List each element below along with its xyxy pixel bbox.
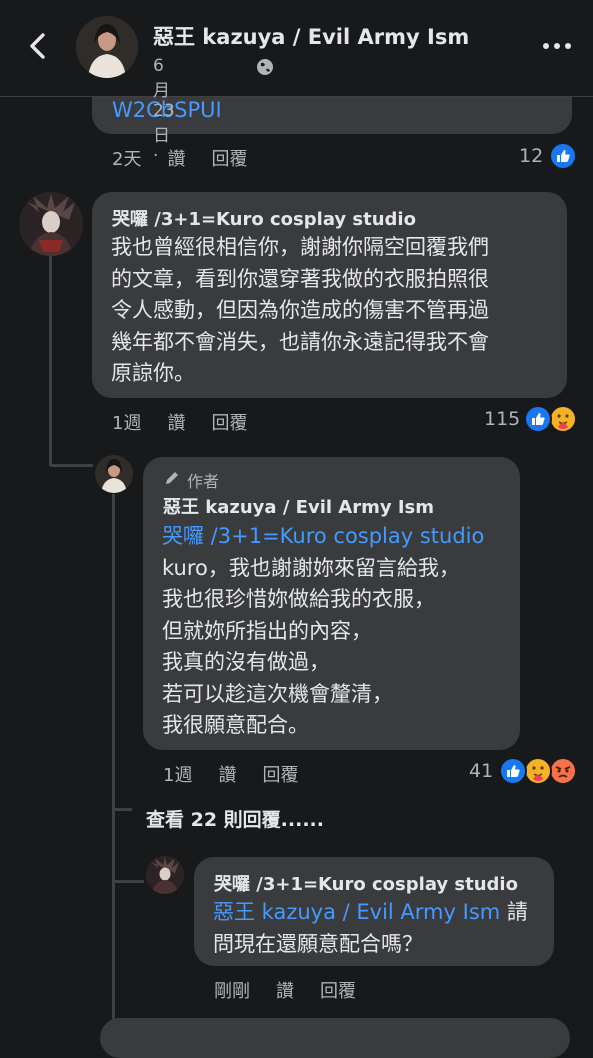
like-button[interactable]: 讚 [218, 765, 236, 786]
comment-bubble-partial [100, 1018, 570, 1058]
author-badge: 作者 [187, 472, 220, 491]
avatar[interactable] [95, 455, 133, 493]
comment-actions: 剛剛 讚 回覆 [214, 977, 382, 1003]
post-date[interactable]: 6月23日 · [153, 56, 175, 166]
comment-time[interactable]: 1週 [112, 413, 141, 434]
comment-author[interactable]: 哭囉 /3+1=Kuro cosplay studio [214, 870, 518, 896]
reply-button[interactable]: 回覆 [211, 413, 247, 434]
avatar[interactable] [19, 192, 83, 256]
comment-time[interactable]: 2天 [112, 149, 141, 170]
comment-line: kuro，我也謝謝妳來留言給我， [162, 555, 460, 580]
reply-button[interactable]: 回覆 [211, 149, 247, 170]
comment-line: 我也很珍惜妳做給我的衣服， [162, 587, 435, 611]
comment-bubble: 哭囉 /3+1=Kuro cosplay studio 我也曾經很相信你，謝謝你… [92, 192, 567, 398]
care-reaction-icon[interactable] [524, 757, 552, 785]
reply-button[interactable]: 回覆 [320, 981, 356, 1002]
comment-text: 惡王 kazuya / Evil Army Ism 請 問現在還願意配合嗎？ [213, 897, 543, 960]
comment-line: 但就妳所指出的內容， [162, 618, 372, 643]
comment-line: 的文章，看到你還穿著我做的衣服拍照很 [111, 266, 489, 291]
comment-time[interactable]: 剛剛 [214, 981, 250, 1002]
comment-line: 若可以趁這次機會釐清， [162, 681, 393, 706]
comment-author[interactable]: 哭囉 /3+1=Kuro cosplay studio [112, 205, 416, 231]
comment-bubble: 作者 惡王 kazuya / Evil Army Ism 哭囉 /3+1=Kur… [143, 457, 520, 750]
comment-line: 令人感動，但因為你造成的傷害不管再過 [111, 298, 489, 322]
back-arrow-icon[interactable] [22, 28, 54, 64]
comment-time[interactable]: 1週 [163, 765, 192, 786]
thread-line [112, 880, 144, 883]
comment-line: 問現在還願意配合嗎？ [213, 931, 423, 956]
comment-line: 幾年都不會消失，也請你永遠記得我不會 [111, 329, 489, 354]
comment-line: 我很願意配合。 [162, 713, 309, 737]
thread-line [49, 464, 93, 467]
comment-line: 我真的沒有做過， [162, 650, 330, 674]
page-avatar[interactable] [76, 16, 138, 78]
mention-link[interactable]: 哭囉 /3+1=Kuro cosplay studio [162, 521, 512, 553]
comment-line: 原諒你。 [111, 361, 195, 385]
like-reaction-icon[interactable] [499, 757, 527, 785]
care-reaction-icon[interactable] [549, 405, 577, 433]
view-more-replies[interactable]: 查看 22 則回覆...... [146, 805, 324, 832]
comment-bubble: 哭囉 /3+1=Kuro cosplay studio 惡王 kazuya / … [194, 857, 554, 966]
thread-line [112, 494, 115, 810]
like-reaction-icon[interactable] [524, 405, 552, 433]
reaction-count[interactable]: 115 [484, 408, 520, 430]
globe-icon [257, 59, 273, 75]
comment-actions: 1週 讚 回覆 [163, 761, 324, 787]
page-title[interactable]: 惡王 kazuya / Evil Army Ism [153, 21, 469, 51]
thread-line [49, 256, 52, 466]
comment-author[interactable]: 惡王 kazuya / Evil Army Ism [163, 493, 434, 519]
like-button[interactable]: 讚 [276, 981, 294, 1002]
like-reaction-icon[interactable] [550, 143, 576, 169]
thread-line [112, 808, 115, 1024]
comment-text: 哭囉 /3+1=Kuro cosplay studio kuro，我也謝謝妳來留… [162, 521, 512, 742]
angry-reaction-icon[interactable] [549, 757, 577, 785]
thread-line [112, 808, 132, 811]
avatar[interactable] [146, 856, 184, 894]
pencil-icon [166, 472, 178, 484]
like-button[interactable]: 讚 [167, 413, 185, 434]
comment-line: 我也曾經很相信你，謝謝你隔空回覆我們 [111, 235, 489, 259]
reply-button[interactable]: 回覆 [262, 765, 298, 786]
comment-text: 我也曾經很相信你，謝謝你隔空回覆我們 的文章，看到你還穿著我做的衣服拍照很 令人… [111, 232, 561, 390]
comment-line: 惡王 kazuya / Evil Army Ism 請 [213, 897, 543, 929]
more-icon[interactable] [540, 36, 574, 56]
mention-link[interactable]: 惡王 kazuya / Evil Army Ism [213, 900, 500, 924]
comment-actions: 2天讚回覆 [112, 145, 273, 171]
comment-actions: 1週 讚 回覆 [112, 409, 273, 435]
comment-line-tail: 請 [500, 900, 528, 924]
reaction-count[interactable]: 41 [469, 760, 493, 782]
reaction-count[interactable]: 12 [519, 145, 543, 167]
